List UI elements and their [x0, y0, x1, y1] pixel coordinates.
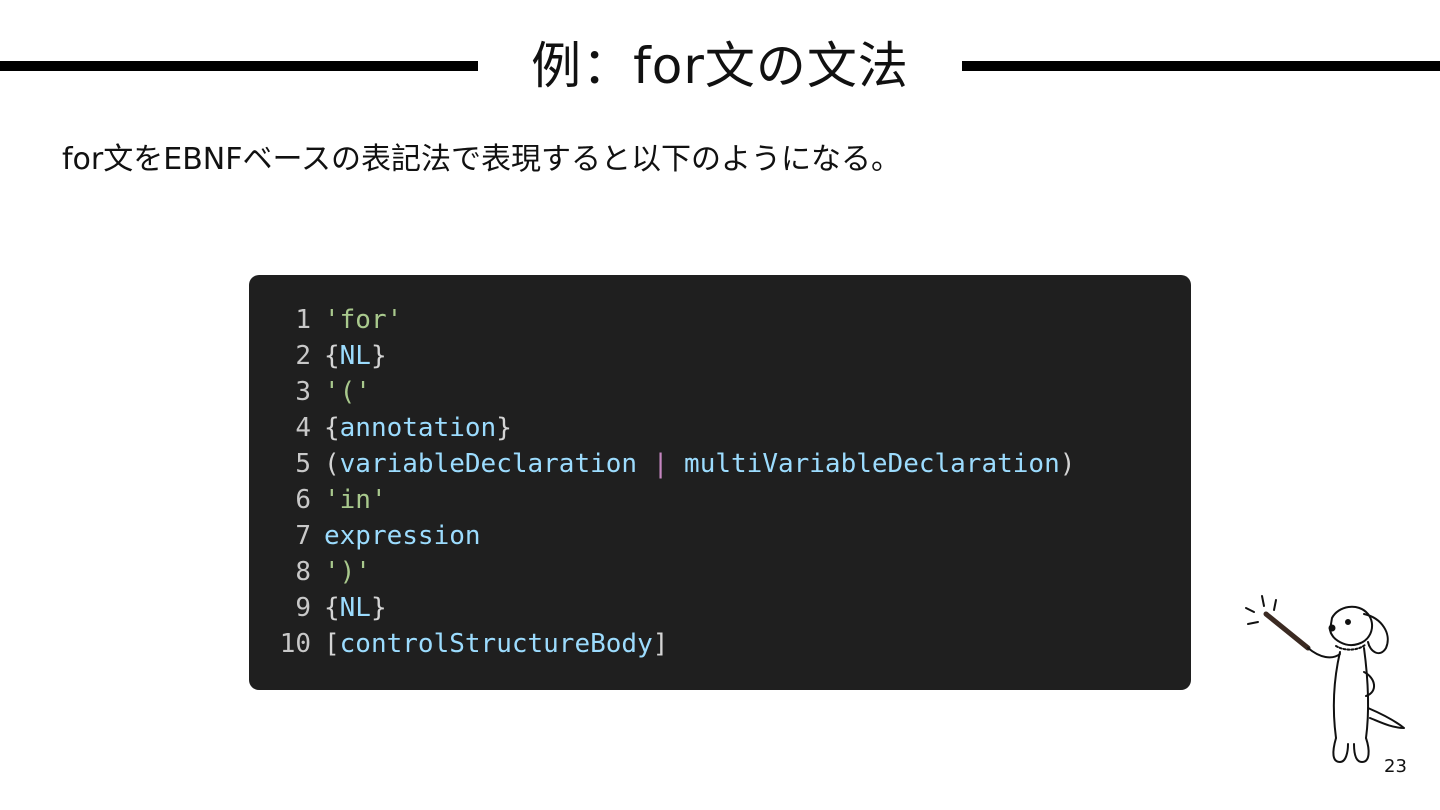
code-token: '(' — [324, 377, 371, 407]
code-token: | — [652, 449, 669, 479]
slide-title: 例：for文の文法 — [531, 37, 909, 95]
line-number: 9 — [295, 593, 311, 623]
code-token: ] — [652, 629, 669, 659]
code-token: [ — [324, 629, 340, 659]
code-token: { — [324, 341, 340, 371]
code-token: } — [496, 413, 512, 443]
code-token: } — [370, 341, 387, 371]
dog-with-pointer-icon — [1245, 595, 1405, 763]
code-line: 8 ')' — [249, 554, 1191, 590]
line-number: 6 — [295, 485, 311, 515]
code-token: 'in' — [324, 485, 387, 515]
code-token: expression — [324, 521, 481, 551]
line-number: 10 — [279, 629, 311, 659]
code-block: 1'for' 2{NL} 3 '(' 4{annotation} 5(variableDe… — [249, 275, 1191, 690]
code-token: variableDeclaration — [339, 449, 638, 479]
code-line: 7 expression — [249, 518, 1191, 554]
line-number: 8 — [295, 557, 311, 587]
code-token: 'for' — [324, 305, 403, 335]
code-token: annotation — [339, 413, 497, 443]
code-token: ( — [324, 449, 340, 479]
code-line: 6 'in' — [249, 482, 1191, 518]
code-token: NL — [339, 593, 371, 623]
code-token: multiVariableDeclaration — [684, 449, 1060, 479]
page-number: 23 — [1384, 756, 1407, 777]
line-number: 1 — [295, 305, 311, 335]
code-line: 10 [controlStructureBody] — [249, 626, 1191, 662]
code-line: 5 (variableDeclaration | multiVariableDec… — [249, 446, 1191, 482]
code-token: ')' — [324, 557, 371, 587]
title-rule-left — [0, 61, 478, 71]
code-line: 9 {NL} — [249, 590, 1191, 626]
code-token: NL — [339, 341, 371, 371]
lead-text: for文をEBNFベースの表記法で表現すると以下のようになる。 — [62, 142, 901, 177]
line-number: 5 — [295, 449, 311, 479]
code-token: { — [324, 413, 340, 443]
line-number: 2 — [295, 341, 311, 371]
code-token: controlStructureBody — [339, 629, 653, 659]
title-rule-right — [962, 61, 1440, 71]
code-line: 1 'for' — [249, 302, 1191, 338]
code-line: 4 {annotation} — [249, 410, 1191, 446]
code-token: ) — [1059, 449, 1076, 479]
line-number: 7 — [295, 521, 311, 551]
code-line: 2 {NL} — [249, 338, 1191, 374]
line-number: 3 — [295, 377, 311, 407]
code-token: { — [324, 593, 340, 623]
line-number: 4 — [295, 413, 311, 443]
code-token: } — [370, 593, 387, 623]
code-line: 3 '(' — [249, 374, 1191, 410]
